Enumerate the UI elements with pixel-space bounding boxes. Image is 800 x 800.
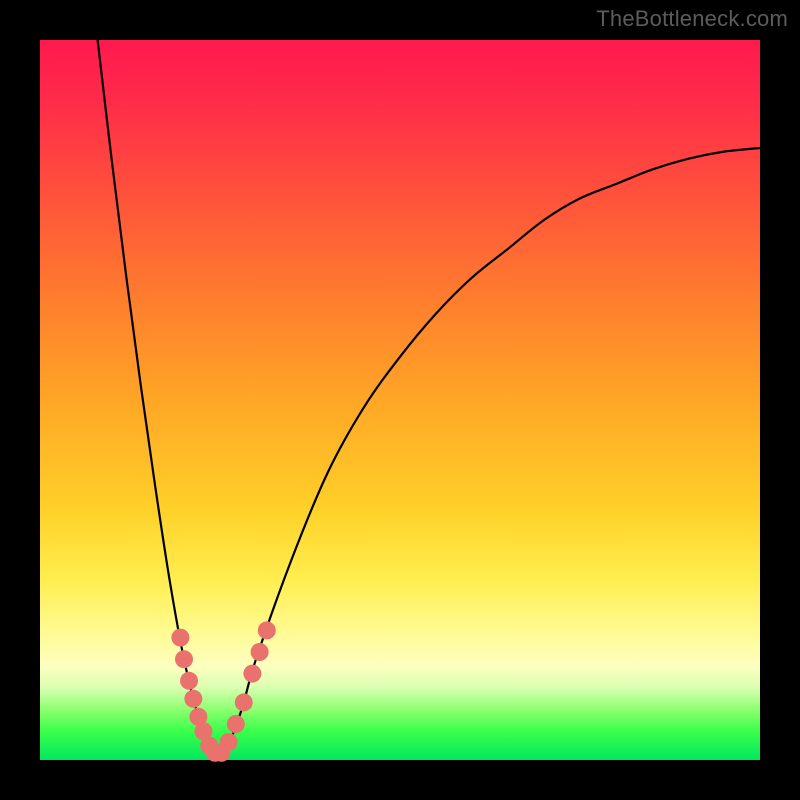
plot-area [40,40,760,760]
data-marker [235,693,253,711]
watermark-text: TheBottleneck.com [596,6,788,32]
bottleneck-curve [40,40,760,760]
data-marker [184,690,202,708]
data-marker [180,672,198,690]
data-marker [175,650,193,668]
chart-frame: TheBottleneck.com [0,0,800,800]
data-marker [243,665,261,683]
data-marker [171,629,189,647]
data-marker [220,733,238,751]
data-marker [227,715,245,733]
data-marker [258,621,276,639]
data-marker [251,643,269,661]
